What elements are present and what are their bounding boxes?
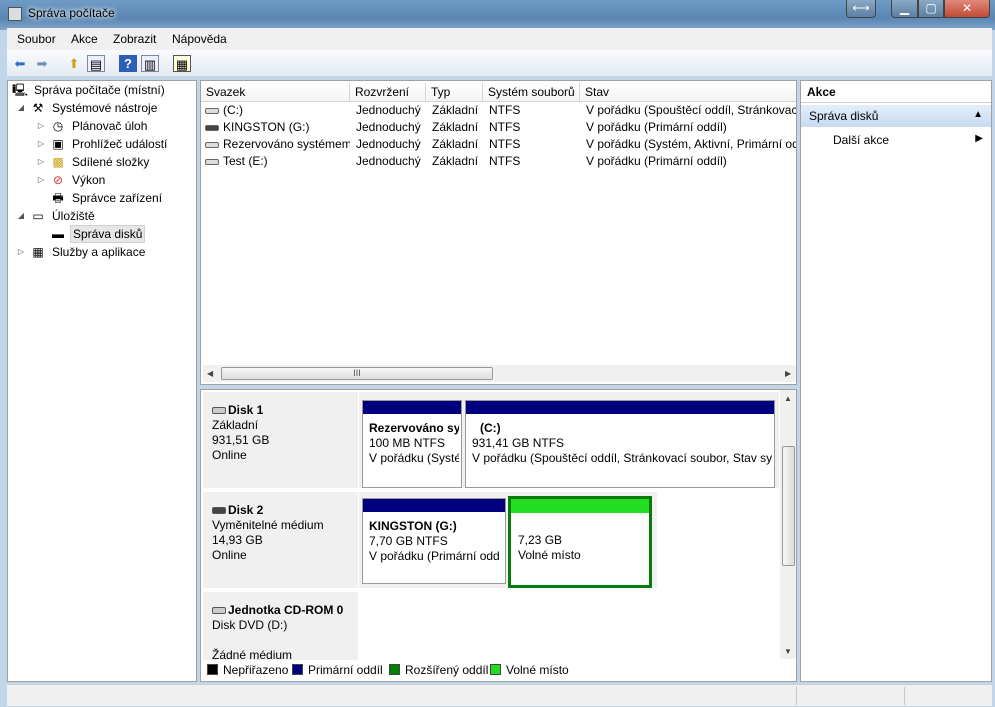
drive-icon [205, 158, 219, 165]
collapse-arrow-icon[interactable]: ◢ [16, 99, 26, 117]
legend-swatch [292, 664, 303, 675]
legend-item-extended: Rozšířený oddíl [389, 660, 488, 680]
clock-icon: ◷ [52, 119, 64, 133]
volume-list: Svazek Rozvržení Typ Systém souborů Stav… [200, 80, 797, 385]
actions-section-disk-management[interactable]: Správa disků ▲ [801, 105, 991, 127]
title-bar: Správa počítače ⟷ ▁ ▢ ✕ [0, 0, 995, 30]
disk-1-partitions: Rezervováno sy 100 MB NTFS V pořádku (Sy… [359, 392, 779, 488]
disk-management-icon: ▬ [52, 227, 64, 241]
expand-arrow-icon[interactable]: ▷ [16, 243, 26, 261]
scroll-right-icon[interactable]: ▶ [785, 369, 791, 378]
drive-icon [205, 141, 219, 148]
collapse-up-icon[interactable]: ▲ [973, 109, 983, 120]
disk-2-partitions: KINGSTON (G:) 7,70 GB NTFS V pořádku (Pr… [359, 492, 657, 588]
expand-arrow-icon[interactable]: ▷ [36, 171, 46, 189]
up-folder-icon[interactable]: ⬆ [65, 55, 83, 72]
window-title: Správa počítače [28, 6, 115, 20]
performance-icon: ⊘ [52, 173, 64, 187]
partition-bar [363, 401, 461, 414]
partition-c[interactable]: (C:) 931,41 GB NTFS V pořádku (Spouštěcí… [465, 400, 775, 488]
vertical-scrollbar[interactable]: ▲ ▼ [780, 390, 796, 659]
show-hide-tree-icon[interactable]: ▤ [87, 55, 105, 72]
actions-pane: Akce Správa disků ▲ Další akce ▶ [800, 80, 992, 682]
legend-item-free-space: Volné místo [490, 660, 569, 680]
legend-item-unallocated: Nepřiřazeno [207, 660, 288, 680]
drive-icon [205, 107, 219, 114]
navigation-tree: 🖳 Správa počítače (místní) ◢ ⚒ Systémové… [7, 80, 197, 682]
menu-bar: Soubor Akce Zobrazit Nápověda [7, 28, 992, 50]
column-header-type[interactable]: Typ [426, 83, 483, 101]
status-divider [796, 687, 797, 705]
legend-swatch [490, 664, 501, 675]
column-header-status[interactable]: Stav [580, 83, 796, 101]
status-bar [7, 684, 992, 706]
tools-icon: ⚒ [32, 101, 44, 115]
disk-2-label[interactable]: Disk 2 Vyměnitelné médium 14,93 GB Onlin… [203, 492, 358, 588]
scroll-down-icon[interactable]: ▼ [784, 647, 792, 656]
status-divider [904, 687, 905, 705]
minimize-button[interactable]: ▁ [891, 0, 918, 18]
submenu-arrow-icon: ▶ [975, 133, 983, 144]
disk-1-label[interactable]: Disk 1 Základní 931,51 GB Online [203, 392, 358, 488]
device-manager-icon: 🖶 [52, 191, 64, 205]
computer-icon: 🖳 [12, 83, 29, 97]
partition-bar [466, 401, 774, 414]
more-actions-item[interactable]: Další akce ▶ [801, 130, 991, 150]
forward-arrow-icon[interactable]: ➡ [33, 55, 51, 72]
close-button[interactable]: ✕ [944, 0, 990, 18]
properties-icon[interactable]: ▦ [173, 55, 191, 72]
partition-bar [363, 499, 505, 512]
event-log-icon: ▣ [52, 137, 64, 151]
column-header-layout[interactable]: Rozvržení [350, 83, 426, 101]
partition-bar [511, 499, 649, 513]
expand-arrow-icon[interactable]: ▷ [36, 153, 46, 171]
scroll-left-icon[interactable]: ◀ [207, 369, 213, 378]
usb-drive-icon [205, 124, 219, 131]
storage-icon: ▭ [32, 209, 44, 223]
maximize-button[interactable]: ▢ [918, 0, 944, 18]
cdrom-icon [212, 607, 226, 614]
cdrom-0-label[interactable]: Jednotka CD-ROM 0 Disk DVD (D:) Žádné mé… [203, 592, 358, 662]
partition-system-reserved[interactable]: Rezervováno sy 100 MB NTFS V pořádku (Sy… [362, 400, 462, 488]
column-header-volume[interactable]: Svazek [201, 83, 350, 101]
services-icon: ▦ [32, 245, 44, 259]
scrollbar-thumb[interactable] [782, 446, 795, 566]
menu-action[interactable]: Akce [71, 32, 98, 46]
actions-header: Akce [801, 81, 991, 103]
legend-swatch [207, 664, 218, 675]
menu-help[interactable]: Nápověda [172, 32, 227, 46]
partition-free-space[interactable]: 7,23 GB Volné místo [508, 496, 652, 588]
scroll-up-icon[interactable]: ▲ [784, 394, 792, 403]
column-header-filesystem[interactable]: Systém souborů [483, 83, 580, 101]
menu-file[interactable]: Soubor [17, 32, 56, 46]
removable-disk-icon [212, 507, 226, 514]
show-hide-action-pane-icon[interactable]: ▥ [141, 55, 159, 72]
disk-icon [212, 407, 226, 414]
resize-button[interactable]: ⟷ [846, 0, 876, 18]
partition-kingston-g[interactable]: KINGSTON (G:) 7,70 GB NTFS V pořádku (Pr… [362, 498, 506, 584]
legend: Nepřiřazeno Primární oddíl Rozšířený odd… [203, 660, 796, 680]
computer-management-icon [8, 7, 22, 21]
disk-graph-panel: Disk 1 Základní 931,51 GB Online Rezervo… [200, 389, 797, 682]
horizontal-scrollbar[interactable]: ◀ III ▶ [203, 365, 796, 382]
expand-arrow-icon[interactable]: ▷ [36, 135, 46, 153]
collapse-arrow-icon[interactable]: ◢ [16, 207, 26, 225]
back-arrow-icon[interactable]: ⬅ [11, 55, 29, 72]
help-icon[interactable]: ? [119, 55, 137, 72]
shared-folder-icon: ▩ [52, 155, 64, 169]
legend-swatch [389, 664, 400, 675]
scrollbar-thumb[interactable]: III [221, 367, 493, 380]
menu-view[interactable]: Zobrazit [113, 32, 156, 46]
legend-item-primary: Primární oddíl [292, 660, 383, 680]
expand-arrow-icon[interactable]: ▷ [36, 117, 46, 135]
toolbar: ⬅ ➡ ⬆ ▤ ? ▥ ▦ [7, 50, 992, 77]
